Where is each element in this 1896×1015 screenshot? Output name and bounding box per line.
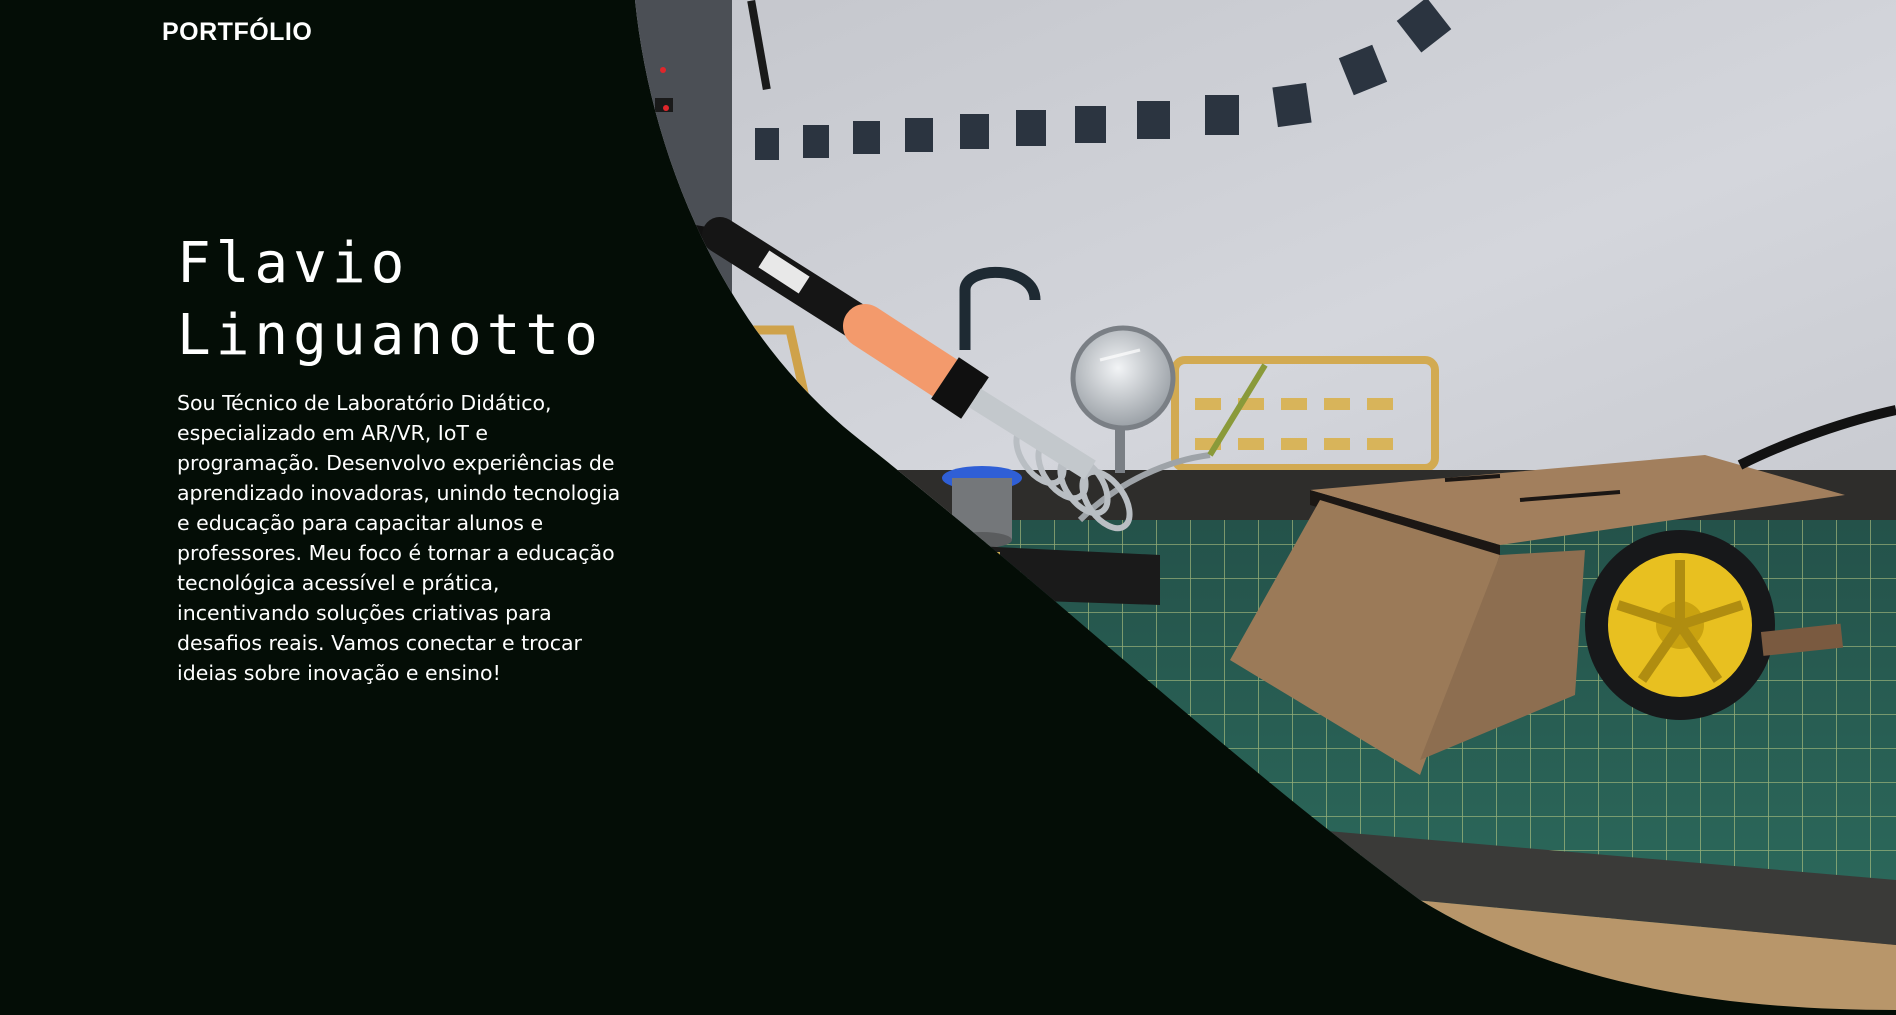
hero-title: Flavio Linguanotto — [177, 228, 627, 372]
pole — [635, 0, 732, 420]
hero-text-block: Flavio Linguanotto Sou Técnico de Labora… — [177, 228, 627, 688]
hero-title-first-name: Flavio — [177, 231, 410, 296]
magnifier-lens — [1070, 325, 1176, 431]
hero-title-last-name: Linguanotto — [177, 303, 603, 368]
hero-bio: Sou Técnico de Laboratório Didático, esp… — [177, 391, 621, 685]
photo-content — [635, 0, 1896, 1010]
logo-portfolio-link[interactable]: PORTFÓLIO — [162, 18, 312, 47]
portfolio-page: PORTFÓLIO Flavio Linguanotto Sou Técnico… — [0, 0, 1896, 1015]
